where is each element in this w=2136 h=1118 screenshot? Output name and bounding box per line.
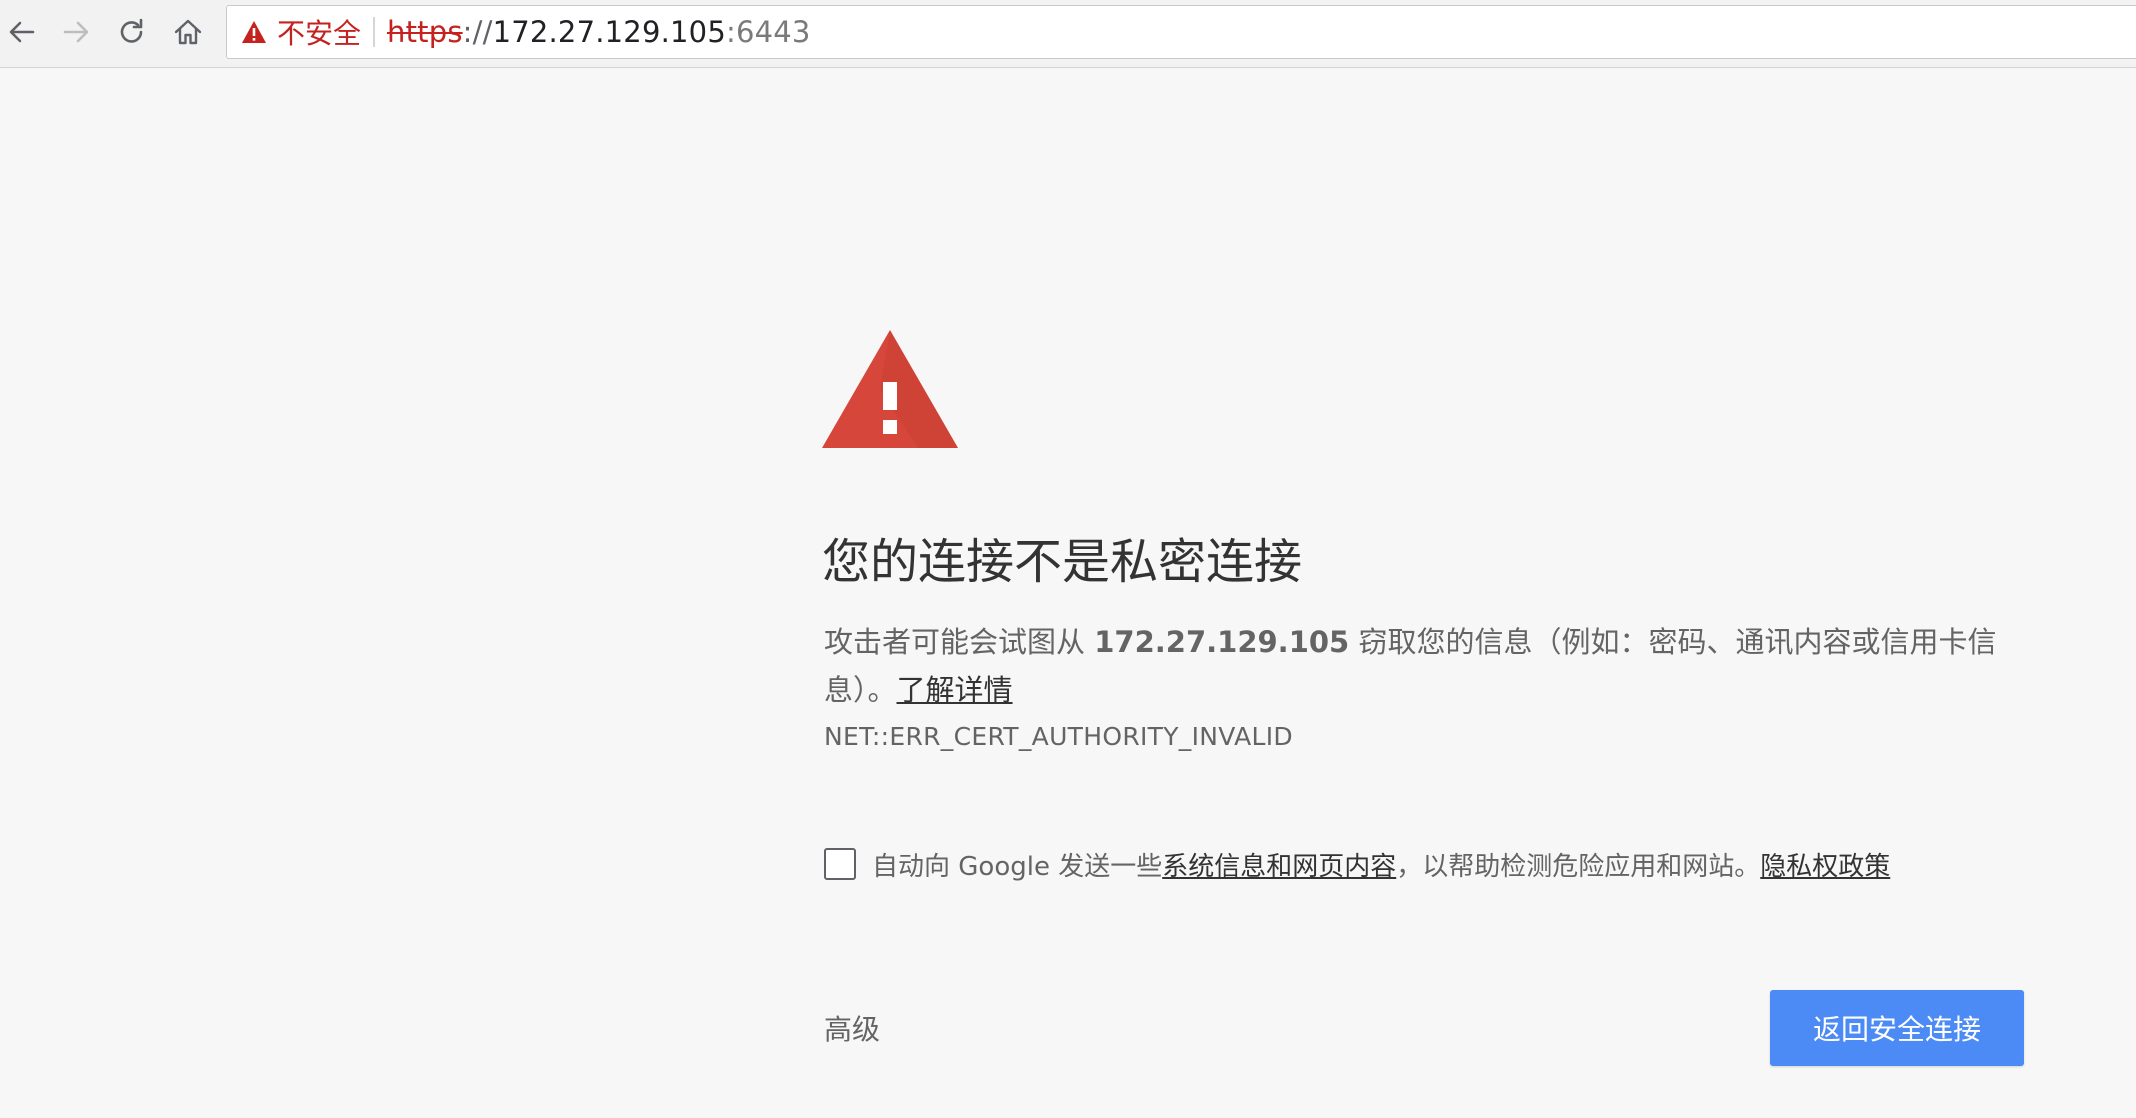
explanation-before-host: 攻击者可能会试图从 bbox=[824, 625, 1095, 659]
privacy-policy-link[interactable]: 隐私权政策 bbox=[1760, 852, 1890, 882]
advanced-button[interactable]: 高级 bbox=[824, 1008, 880, 1048]
warning-triangle-icon bbox=[822, 330, 958, 448]
back-arrow-icon bbox=[9, 21, 35, 43]
forward-button[interactable] bbox=[54, 10, 98, 54]
reload-button[interactable] bbox=[110, 10, 154, 54]
browser-toolbar: 不安全 https://172.27.129.105:6443 bbox=[0, 0, 2136, 68]
explanation-text: 攻击者可能会试图从 172.27.129.105 窃取您的信息（例如：密码、通讯… bbox=[824, 618, 2014, 714]
warning-triangle-icon bbox=[242, 21, 266, 43]
url-host: 172.27.129.105 bbox=[492, 15, 726, 49]
report-checkbox-row: 自动向 Google 发送一些系统信息和网页内容，以帮助检测危险应用和网站。隐私… bbox=[824, 846, 1890, 882]
report-text-before: 自动向 Google 发送一些 bbox=[872, 851, 1163, 882]
report-text-middle: ，以帮助检测危险应用和网站。 bbox=[1396, 851, 1761, 882]
reload-icon bbox=[120, 18, 143, 43]
home-button[interactable] bbox=[166, 10, 210, 54]
url-port: :6443 bbox=[725, 15, 811, 49]
security-indicator[interactable]: 不安全 bbox=[241, 6, 361, 58]
page-heading: 您的连接不是私密连接 bbox=[822, 534, 1303, 590]
report-checkbox-label: 自动向 Google 发送一些系统信息和网页内容，以帮助检测危险应用和网站。隐私… bbox=[872, 846, 1890, 883]
explanation-host: 172.27.129.105 bbox=[1094, 625, 1350, 659]
learn-more-link[interactable]: 了解详情 bbox=[897, 673, 1013, 707]
url-text[interactable]: https://172.27.129.105:6443 bbox=[387, 6, 811, 58]
home-icon bbox=[174, 19, 202, 45]
url-separator: :// bbox=[462, 15, 493, 49]
url-scheme: https bbox=[387, 15, 463, 49]
back-to-safety-button[interactable]: 返回安全连接 bbox=[1770, 990, 2024, 1066]
omnibox-divider bbox=[373, 17, 375, 47]
system-info-link[interactable]: 系统信息和网页内容 bbox=[1162, 852, 1396, 882]
report-checkbox[interactable] bbox=[824, 848, 856, 880]
forward-arrow-icon bbox=[63, 21, 89, 43]
back-button[interactable] bbox=[0, 10, 44, 54]
security-label: 不安全 bbox=[277, 17, 362, 50]
error-code: NET::ERR_CERT_AUTHORITY_INVALID bbox=[824, 722, 1293, 751]
address-bar[interactable]: 不安全 https://172.27.129.105:6443 bbox=[226, 5, 2136, 59]
